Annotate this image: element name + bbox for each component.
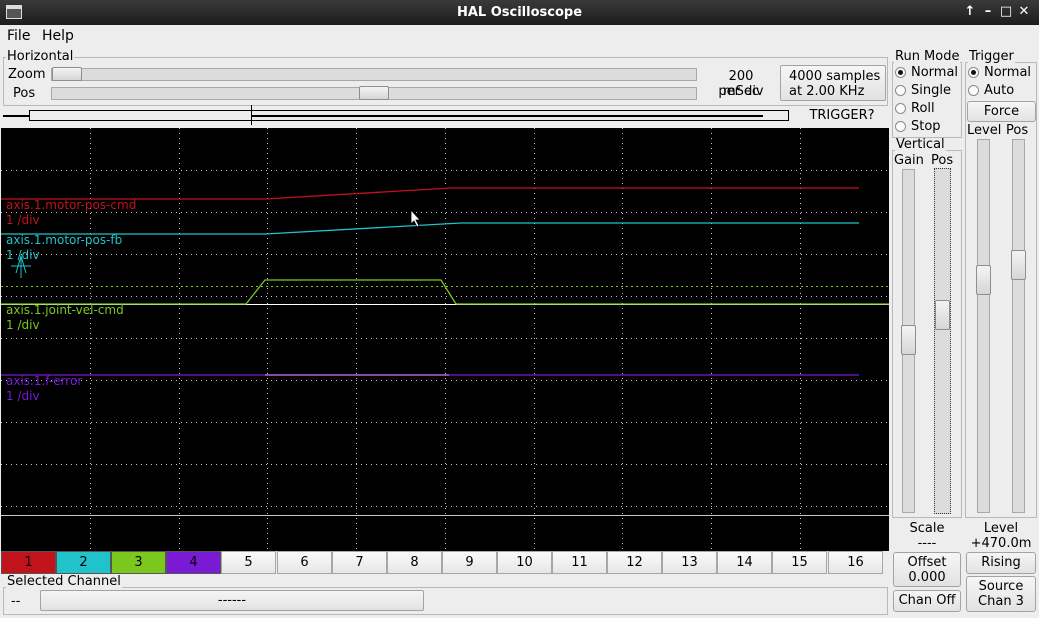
- offset-button[interactable]: Offset 0.000: [893, 552, 961, 587]
- maximize-icon[interactable]: □: [998, 3, 1014, 21]
- samples-count: 4000 samples: [789, 69, 881, 84]
- window-title: HAL Oscilloscope: [456, 5, 583, 20]
- scope-display[interactable]: axis.1.motor-pos-cmd 1 /div axis.1.motor…: [1, 128, 889, 551]
- channel-button-1[interactable]: 1: [1, 551, 56, 574]
- menu-file[interactable]: File: [7, 28, 30, 44]
- channel-button-4[interactable]: 4: [166, 551, 221, 574]
- trigger-pos-slider-handle[interactable]: [1011, 250, 1026, 280]
- channel-button-3[interactable]: 3: [111, 551, 166, 574]
- channel-button-11[interactable]: 11: [552, 551, 607, 574]
- run-mode-roll-label[interactable]: Roll: [911, 101, 935, 116]
- gain-label: Gain: [894, 153, 924, 168]
- zoom-slider-handle[interactable]: [52, 67, 82, 81]
- scale-value: ----: [917, 536, 937, 551]
- menu-bar: File Help: [0, 25, 1039, 47]
- trigger-normal-label[interactable]: Normal: [984, 65, 1031, 80]
- offset-label: Offset: [907, 555, 947, 570]
- trigger-level-slider[interactable]: [977, 139, 990, 513]
- scope-traces: [1, 128, 889, 551]
- graticule: [1, 128, 889, 551]
- trace-2-scale: 1 /div: [6, 248, 40, 262]
- run-mode-stop-label[interactable]: Stop: [911, 119, 941, 134]
- trace-2-name: axis.1.motor-pos-fb: [6, 233, 123, 247]
- trigger-normal-radio[interactable]: [968, 67, 979, 78]
- run-mode-roll-radio[interactable]: [895, 103, 906, 114]
- trace-1-scale: 1 /div: [6, 213, 40, 227]
- keep-above-icon[interactable]: ↑: [962, 3, 978, 21]
- per-div-label: per div: [718, 84, 764, 99]
- title-bar: HAL Oscilloscope ↑ – □ ✕: [0, 0, 1039, 25]
- record-position-bar: [3, 105, 795, 125]
- trigger-auto-radio[interactable]: [968, 85, 979, 96]
- zoom-slider[interactable]: [51, 68, 697, 81]
- channel-button-16[interactable]: 16: [828, 551, 883, 574]
- vertical-label: Vertical: [895, 137, 946, 152]
- trigger-label: Trigger: [968, 49, 1015, 64]
- channel-button-13[interactable]: 13: [662, 551, 717, 574]
- channel-button-7[interactable]: 7: [332, 551, 387, 574]
- trigger-auto-label[interactable]: Auto: [984, 83, 1014, 98]
- menu-help[interactable]: Help: [42, 28, 74, 44]
- force-button[interactable]: Force: [967, 101, 1036, 122]
- scale-label: Scale: [909, 521, 945, 536]
- trigger-source-button[interactable]: Source Chan 3: [966, 576, 1036, 612]
- run-mode-stop-radio[interactable]: [895, 121, 906, 132]
- channel-button-14[interactable]: 14: [717, 551, 772, 574]
- zoom-label: Zoom: [8, 67, 46, 82]
- trace-4-scale: 1 /div: [6, 389, 40, 403]
- trace-4-name: axis.1.f-error: [6, 374, 83, 388]
- trigger-edge-button[interactable]: Rising: [966, 552, 1036, 574]
- trigger-pos-label: Pos: [1006, 123, 1029, 138]
- run-mode-normal-radio[interactable]: [895, 67, 906, 78]
- trace-2: [1, 222, 859, 235]
- sample-rate: at 2.00 KHz: [789, 84, 865, 99]
- chan-off-button[interactable]: Chan Off: [893, 590, 961, 612]
- trigger-source-label: Source: [978, 579, 1024, 594]
- trace-3-name: axis.1.joint-vel-cmd: [6, 303, 124, 317]
- channel-button-8[interactable]: 8: [387, 551, 442, 574]
- run-mode-single-label[interactable]: Single: [911, 83, 951, 98]
- horizontal-frame-label: Horizontal: [6, 49, 75, 64]
- offset-value: 0.000: [908, 570, 946, 585]
- channel-button-9[interactable]: 9: [442, 551, 497, 574]
- trigger-source-channel: Chan 3: [978, 594, 1024, 609]
- trigger-level-label: Level: [967, 123, 1002, 138]
- run-mode-single-radio[interactable]: [895, 85, 906, 96]
- trigger-level-slider-handle[interactable]: [976, 265, 991, 295]
- channel-button-15[interactable]: 15: [772, 551, 827, 574]
- vertical-pos-slider[interactable]: [934, 168, 951, 514]
- pos-slider-handle[interactable]: [359, 86, 389, 100]
- minimize-icon[interactable]: –: [980, 3, 996, 21]
- vertical-pos-slider-handle[interactable]: [935, 300, 950, 330]
- selected-channel-label: Selected Channel: [6, 574, 122, 589]
- channel-button-12[interactable]: 12: [607, 551, 662, 574]
- run-mode-normal-label[interactable]: Normal: [911, 65, 958, 80]
- vertical-pos-label: Pos: [931, 153, 954, 168]
- mouse-cursor-icon: [410, 208, 421, 228]
- channel-button-6[interactable]: 6: [277, 551, 332, 574]
- channel-button-2[interactable]: 2: [56, 551, 111, 574]
- selected-channel-number: --: [11, 594, 21, 609]
- channel-button-5[interactable]: 5: [221, 551, 276, 574]
- gain-slider-handle[interactable]: [901, 325, 916, 355]
- channel-source-button[interactable]: ------: [40, 590, 424, 611]
- close-icon[interactable]: ✕: [1016, 3, 1032, 21]
- pos-label: Pos: [13, 86, 36, 101]
- trigger-pos-slider[interactable]: [1012, 139, 1025, 513]
- samples-button[interactable]: 4000 samples at 2.00 KHz: [780, 65, 886, 101]
- channel-button-10[interactable]: 10: [497, 551, 552, 574]
- trigger-level-title: Level: [983, 521, 1019, 536]
- trigger-level-value: +470.0m: [970, 536, 1032, 551]
- trace-1-name: axis.1.motor-pos-cmd: [6, 198, 137, 212]
- trace-3-scale: 1 /div: [6, 318, 40, 332]
- trigger-status: TRIGGER?: [809, 108, 875, 123]
- run-mode-label: Run Mode: [894, 49, 961, 64]
